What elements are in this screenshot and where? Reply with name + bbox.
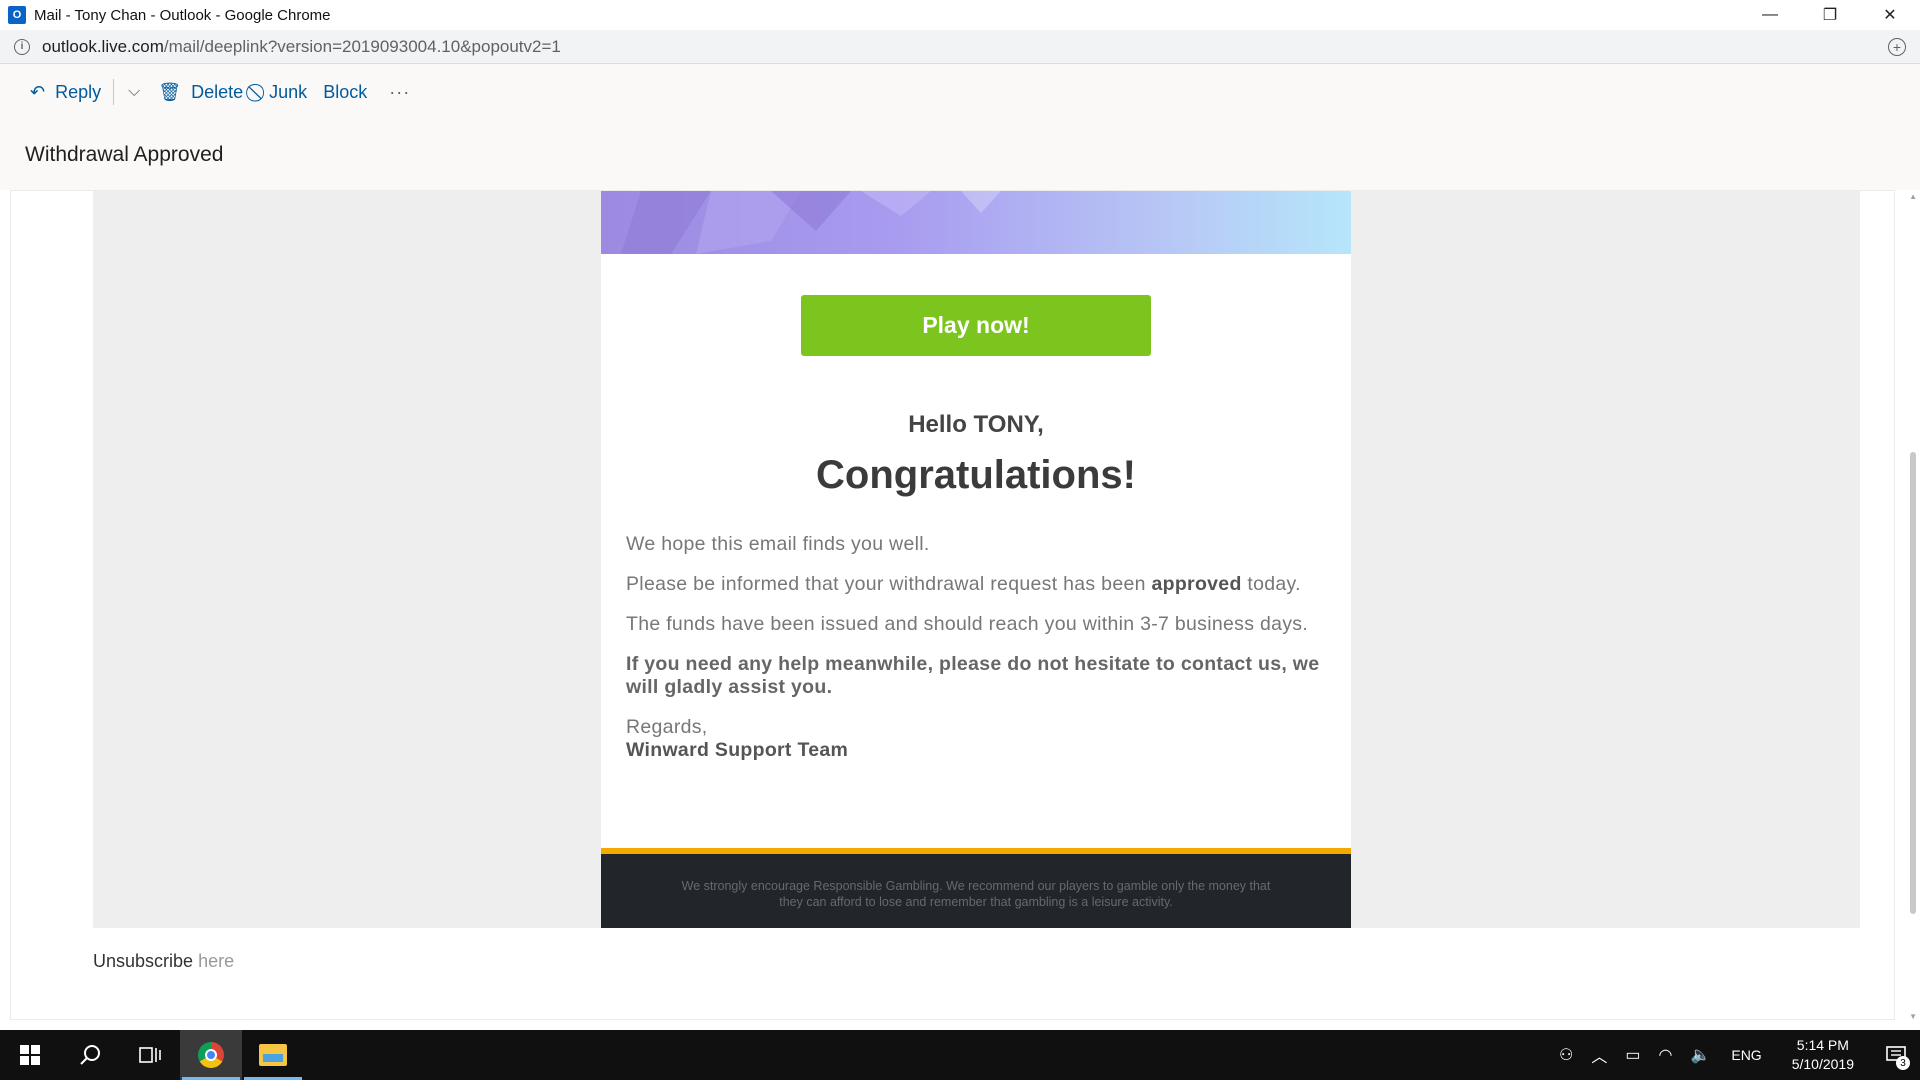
- divider: [113, 79, 115, 105]
- url-path: /mail/deeplink?version=2019093004.10&pop…: [163, 36, 561, 56]
- reply-label: Reply: [55, 81, 102, 102]
- restore-button[interactable]: ❐: [1800, 0, 1860, 30]
- signoff: Regards, Winward Support Team: [626, 716, 1331, 762]
- scroll-up-arrow-icon[interactable]: ▲: [1909, 192, 1917, 201]
- email-body: Play now! Hello TONY, Congratulations! W…: [601, 191, 1351, 928]
- approved-text: approved: [1151, 573, 1242, 595]
- notification-count-badge: 3: [1896, 1056, 1910, 1070]
- message-text: We hope this email finds you well. Pleas…: [626, 533, 1331, 779]
- task-view-button[interactable]: [120, 1030, 180, 1080]
- url-text[interactable]: outlook.live.com/mail/deeplink?version=2…: [42, 37, 561, 57]
- para2-end: today.: [1241, 573, 1301, 595]
- clock-time: 5:14 PM: [1796, 1037, 1849, 1053]
- junk-button[interactable]: ⃠ Junk: [251, 74, 315, 110]
- delete-button[interactable]: 🗑 Delete: [150, 74, 251, 110]
- junk-label: Junk: [269, 81, 308, 102]
- folder-icon: [259, 1044, 287, 1066]
- header-banner-image: [601, 191, 1351, 254]
- start-button[interactable]: [0, 1030, 60, 1080]
- paragraph: We hope this email finds you well.: [626, 533, 930, 555]
- window-controls: — ❐ ✕: [1740, 0, 1920, 30]
- reading-pane: Play now! Hello TONY, Congratulations! W…: [10, 190, 1895, 1020]
- reply-options-chevron-icon[interactable]: ⌵: [118, 83, 150, 101]
- wifi-icon[interactable]: ◠: [1649, 1045, 1681, 1065]
- delete-label: Delete: [191, 81, 244, 102]
- help-paragraph: If you need any help meanwhile, please d…: [626, 653, 1320, 698]
- email-footer: We strongly encourage Responsible Gambli…: [601, 854, 1351, 928]
- para2-start: Please be informed that your withdrawal …: [626, 573, 1152, 595]
- action-center-button[interactable]: 3: [1872, 1030, 1920, 1080]
- people-icon[interactable]: ⚇: [1550, 1045, 1582, 1065]
- subject-bar: Withdrawal Approved: [0, 120, 1920, 190]
- outlook-app-icon: O: [8, 6, 26, 24]
- reply-button[interactable]: ↶ Reply: [22, 74, 109, 110]
- taskbar-file-explorer[interactable]: [242, 1030, 304, 1080]
- regards: Regards,: [626, 716, 708, 738]
- play-now-button[interactable]: Play now!: [801, 295, 1151, 356]
- windows-logo-icon: [20, 1045, 40, 1065]
- zoom-icon[interactable]: +: [1888, 38, 1906, 56]
- address-bar[interactable]: i outlook.live.com/mail/deeplink?version…: [0, 30, 1920, 64]
- clock[interactable]: 5:14 PM 5/10/2019: [1774, 1036, 1872, 1074]
- signature: Winward Support Team: [626, 739, 849, 761]
- minimize-button[interactable]: —: [1740, 0, 1800, 30]
- unsubscribe-link[interactable]: here: [198, 951, 234, 971]
- responsible-gambling-disclaimer: We strongly encourage Responsible Gambli…: [681, 879, 1271, 909]
- block-label: Block: [323, 81, 368, 102]
- info-icon[interactable]: i: [14, 38, 30, 55]
- banner-shapes: [621, 191, 1001, 254]
- message-subject: Withdrawal Approved: [25, 143, 224, 166]
- headline: Congratulations!: [816, 453, 1136, 497]
- chrome-icon: [198, 1042, 224, 1068]
- show-hidden-icons-chevron-icon[interactable]: ︿: [1582, 1043, 1616, 1067]
- command-bar: ↶ Reply ⌵ 🗑 Delete ⃠ Junk Block ···: [0, 64, 1920, 120]
- reply-icon: ↶: [30, 81, 46, 102]
- language-indicator[interactable]: ENG: [1719, 1047, 1773, 1063]
- close-button[interactable]: ✕: [1860, 0, 1920, 30]
- unsubscribe-text: Unsubscribe: [93, 951, 194, 971]
- url-domain: outlook.live.com: [42, 36, 164, 56]
- search-button[interactable]: [60, 1030, 120, 1080]
- window-title: Mail - Tony Chan - Outlook - Google Chro…: [34, 6, 331, 24]
- search-icon: [80, 1045, 100, 1065]
- scrollbar-thumb[interactable]: [1910, 452, 1916, 914]
- paragraph: The funds have been issued and should re…: [626, 613, 1309, 635]
- paragraph: Please be informed that your withdrawal …: [626, 573, 1331, 596]
- greeting: Hello TONY,: [908, 411, 1044, 438]
- battery-icon[interactable]: ▭: [1616, 1045, 1649, 1065]
- task-view-icon: [139, 1047, 161, 1063]
- scroll-down-arrow-icon[interactable]: ▼: [1909, 1012, 1917, 1021]
- windows-taskbar: ⚇ ︿ ▭ ◠ 🔈 ENG 5:14 PM 5/10/2019 3: [0, 1030, 1920, 1080]
- taskbar-chrome[interactable]: [180, 1030, 242, 1080]
- more-options-icon[interactable]: ···: [375, 82, 424, 103]
- system-tray: ⚇ ︿ ▭ ◠ 🔈 ENG 5:14 PM 5/10/2019 3: [1550, 1030, 1920, 1080]
- block-button[interactable]: Block: [315, 74, 375, 110]
- window-titlebar: O Mail - Tony Chan - Outlook - Google Ch…: [0, 0, 1920, 30]
- unsubscribe-line: Unsubscribe here: [93, 951, 234, 972]
- clock-date: 5/10/2019: [1791, 1056, 1854, 1072]
- volume-icon[interactable]: 🔈: [1681, 1045, 1719, 1065]
- trash-icon: 🗑: [158, 81, 182, 102]
